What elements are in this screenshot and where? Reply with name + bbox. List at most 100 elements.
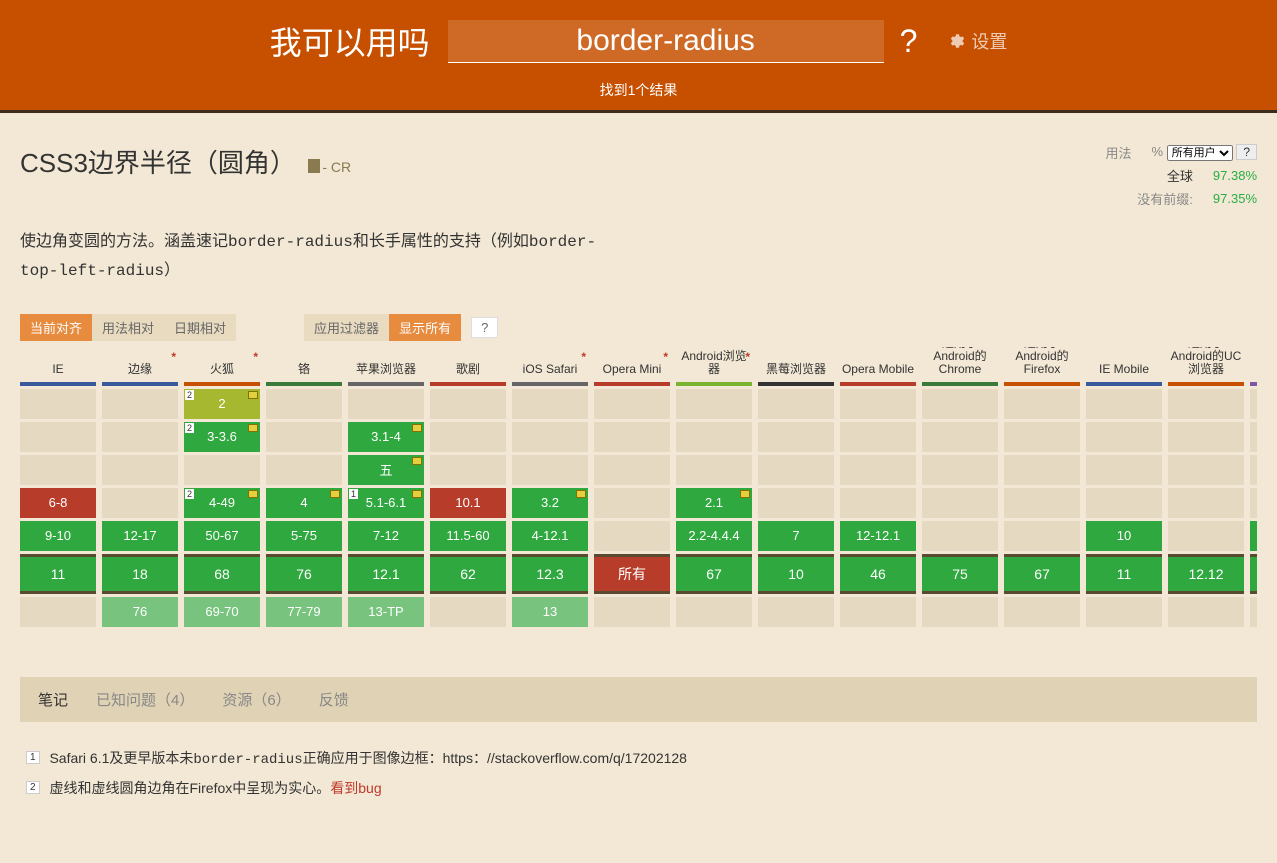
support-cell[interactable]: 13	[512, 597, 588, 627]
support-cell[interactable]: 50-67	[184, 521, 260, 551]
support-cell[interactable]: 3.1-4	[348, 422, 424, 452]
browser-name: Android浏览器	[676, 347, 752, 379]
tab-notes[interactable]: 笔记	[38, 689, 68, 710]
support-cell	[430, 389, 506, 419]
cell-note-badge: 2	[185, 489, 194, 499]
support-cell[interactable]: 4-8	[1250, 521, 1257, 551]
support-table-scroll[interactable]: IE6-89-1011边缘12-171876火狐223-3.624-49250-…	[20, 347, 1257, 637]
support-cell[interactable]: 4-12.1	[512, 521, 588, 551]
browser-column: 歌剧10.111.5-6062	[430, 347, 506, 627]
browser-column: IE Mobile1011	[1086, 347, 1162, 627]
support-cell[interactable]: 12.12	[1168, 554, 1244, 594]
support-cell[interactable]: 4	[266, 488, 342, 518]
support-cell[interactable]: 12-17	[102, 521, 178, 551]
support-cell[interactable]: 67	[1004, 554, 1080, 594]
usage-select[interactable]: 所有用户	[1167, 145, 1233, 161]
support-cell[interactable]: 4-492	[184, 488, 260, 518]
doc-icon	[308, 159, 320, 173]
support-cell	[594, 521, 670, 551]
support-cell[interactable]: 22	[184, 389, 260, 419]
settings-link[interactable]: 设置	[947, 28, 1007, 54]
support-cell[interactable]: 11	[1086, 554, 1162, 594]
browser-color-bar	[184, 382, 260, 386]
view-current-button[interactable]: 当前对齐	[20, 314, 92, 341]
support-cell[interactable]: 7-12	[348, 521, 424, 551]
support-cell	[20, 422, 96, 452]
browser-color-bar	[1250, 382, 1257, 386]
support-cell[interactable]: 9.2	[1250, 554, 1257, 594]
search-input[interactable]	[476, 24, 856, 58]
support-cell[interactable]: 5.1-6.11	[348, 488, 424, 518]
browser-name: Opera Mini	[594, 347, 670, 379]
support-cell	[758, 422, 834, 452]
filter-button[interactable]: 应用过滤器	[304, 314, 389, 341]
browser-name: iOS Safari	[512, 347, 588, 379]
support-cell[interactable]: 11.5-60	[430, 521, 506, 551]
note-1: 1 Safari 6.1及更早版本未border-radius正确应用于图像边框…	[26, 744, 1251, 774]
support-cell[interactable]: 5-75	[266, 521, 342, 551]
tab-feedback[interactable]: 反馈	[319, 689, 349, 710]
support-cell[interactable]: 2.1	[676, 488, 752, 518]
browser-name: IE	[20, 347, 96, 379]
bug-link[interactable]: 看到bug	[330, 780, 381, 796]
support-cell[interactable]: 13-TP	[348, 597, 424, 627]
support-cell	[430, 455, 506, 485]
support-cell[interactable]: 3.2	[512, 488, 588, 518]
support-cell[interactable]: 67	[676, 554, 752, 594]
view-date-button[interactable]: 日期相对	[164, 314, 236, 341]
support-cell	[266, 389, 342, 419]
support-cell[interactable]: 76	[266, 554, 342, 594]
support-cell[interactable]: 7	[758, 521, 834, 551]
support-cell[interactable]: 46	[840, 554, 916, 594]
controls-help-button[interactable]: ?	[471, 317, 498, 338]
support-cell[interactable]: 12-12.1	[840, 521, 916, 551]
support-cell[interactable]: 75	[922, 554, 998, 594]
support-cell	[1250, 389, 1257, 419]
support-cell	[758, 389, 834, 419]
support-cell	[1086, 422, 1162, 452]
support-cell[interactable]: 2.2-4.4.4	[676, 521, 752, 551]
support-cell[interactable]: 68	[184, 554, 260, 594]
support-cell	[512, 389, 588, 419]
support-cell[interactable]: 18	[102, 554, 178, 594]
support-cell[interactable]: 五	[348, 455, 424, 485]
cell-note-badge: 2	[185, 390, 194, 400]
usage-panel: 用法 % 所有用户 ? 全球 97.38% 没有前缀: 97.35%	[1105, 143, 1257, 212]
support-cell[interactable]: 76	[102, 597, 178, 627]
support-cell[interactable]: 62	[430, 554, 506, 594]
support-cell[interactable]: 12.3	[512, 554, 588, 594]
support-cell[interactable]: 10	[1086, 521, 1162, 551]
support-cell[interactable]: 3-3.62	[184, 422, 260, 452]
view-usage-button[interactable]: 用法相对	[92, 314, 164, 341]
support-cell	[1168, 422, 1244, 452]
feature-title: CSS3边界半径（圆角）	[20, 148, 296, 178]
status-badge: - CR	[308, 159, 351, 175]
showall-button[interactable]: 显示所有	[389, 314, 461, 341]
support-cell[interactable]: 10.1	[430, 488, 506, 518]
support-cell	[102, 422, 178, 452]
feature-description: 使边角变圆的方法。涵盖速记border-radius和长手属性的支持（例如bor…	[20, 228, 620, 286]
support-cell	[1086, 455, 1162, 485]
support-cell	[1250, 422, 1257, 452]
global-pct: 97.38%	[1213, 168, 1257, 183]
result-count: 找到1个结果	[0, 80, 1277, 100]
support-cell	[1168, 455, 1244, 485]
support-cell[interactable]: 所有	[594, 554, 670, 594]
support-cell[interactable]: 6-8	[20, 488, 96, 518]
support-cell[interactable]: 11	[20, 554, 96, 594]
support-cell[interactable]: 9-10	[20, 521, 96, 551]
support-cell[interactable]: 69-70	[184, 597, 260, 627]
tab-issues[interactable]: 已知问题（4）	[96, 689, 194, 710]
site-title: 我可以用吗	[270, 18, 430, 64]
browser-color-bar	[676, 382, 752, 386]
note-2: 2 虚线和虚线圆角边角在Firefox中呈现为实心。看到bug	[26, 774, 1251, 802]
support-cell[interactable]: 12.1	[348, 554, 424, 594]
support-cell[interactable]: 77-79	[266, 597, 342, 627]
usage-help-button[interactable]: ?	[1236, 144, 1257, 160]
settings-label: 设置	[971, 28, 1007, 54]
support-cell[interactable]: 10	[758, 554, 834, 594]
support-cell	[1250, 597, 1257, 627]
usage-label: 用法	[1105, 143, 1131, 162]
browser-color-bar	[1086, 382, 1162, 386]
tab-resources[interactable]: 资源（6）	[222, 689, 290, 710]
